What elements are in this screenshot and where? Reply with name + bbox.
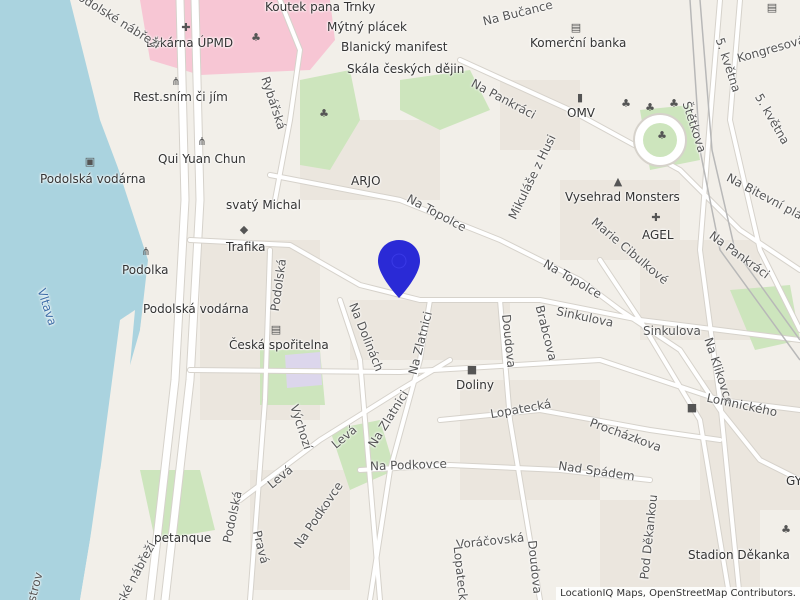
tree-icon: ♣ [251, 31, 261, 44]
poi-label-doliny[interactable]: Doliny [456, 378, 494, 392]
pharmacy-cross-icon: ✚ [651, 211, 661, 224]
cross-icon: ✚ [181, 21, 191, 34]
poi-label-petanque[interactable]: petanque [154, 531, 211, 545]
street-label-sinkulova-2: Sinkulova [643, 324, 701, 338]
water-icon: ▣ [84, 155, 96, 168]
poi-label-podolska-vodarna-1[interactable]: Podolská vodárna [40, 172, 146, 186]
map-canvas[interactable]: Koutek pana Trnky Mýtný plácek Blanický … [0, 0, 800, 600]
poi-label-ceska[interactable]: Česká spořitelna [229, 338, 329, 352]
map-pin-icon [378, 240, 420, 298]
street-label-napodkovce-1: Na Podkovce [369, 456, 448, 474]
fuel-icon: ▮ [576, 91, 584, 104]
poi-label-stadion[interactable]: Stadion Děkanka [688, 548, 790, 562]
poi-label-gy[interactable]: GY [786, 474, 800, 488]
tree-icon: ♣ [669, 97, 679, 110]
poi-label-restsnim[interactable]: Rest.sním či jím [133, 90, 228, 104]
poi-label-quiyuan[interactable]: Qui Yuan Chun [158, 152, 246, 166]
poi-label-svatymichal[interactable]: svatý Michal [226, 198, 301, 212]
poi-label-trafika[interactable]: Trafika [226, 240, 266, 254]
bus-stop-icon: ■ [466, 363, 478, 376]
poi-label-vysehrad[interactable]: Vysehrad Monsters [565, 190, 680, 204]
bank-icon: ▤ [570, 21, 582, 34]
poi-label-arjo[interactable]: ARJO [351, 174, 381, 188]
tree-icon: ♣ [657, 129, 667, 142]
shop-bag-icon: ◆ [239, 223, 249, 236]
poi-label-skala[interactable]: Skála českých dějin [347, 62, 464, 76]
location-pin[interactable] [376, 238, 422, 300]
poi-label-komercni[interactable]: Komerční banka [530, 36, 626, 50]
restaurant-icon: ⋔ [171, 75, 181, 88]
poi-label-koutek[interactable]: Koutek pana Trnky [265, 0, 375, 14]
tree-icon: ♣ [645, 101, 655, 114]
poi-label-mytny[interactable]: Mýtný plácek [327, 20, 407, 34]
restaurant-icon: ⋔ [197, 135, 207, 148]
poi-label-agel[interactable]: AGEL [642, 228, 674, 242]
tree-icon: ♣ [781, 523, 791, 536]
tree-icon: ♣ [319, 107, 329, 120]
graduation-cap-icon: ▲ [613, 175, 623, 188]
tree-icon: ♣ [621, 97, 631, 110]
bank-icon: ▤ [270, 323, 282, 336]
poi-label-omv[interactable]: OMV [567, 106, 595, 120]
poi-label-podolska-vodarna-2[interactable]: Podolská vodárna [143, 302, 249, 316]
bank-icon: ▤ [766, 1, 778, 14]
bus-stop-icon: ■ [686, 401, 698, 414]
map-attribution[interactable]: LocationIQ Maps, OpenStreetMap Contribut… [556, 587, 800, 600]
poi-label-podolka[interactable]: Podolka [122, 263, 169, 277]
restaurant-icon: ⋔ [141, 245, 151, 258]
poi-label-blanicky[interactable]: Blanický manifest [341, 40, 447, 54]
